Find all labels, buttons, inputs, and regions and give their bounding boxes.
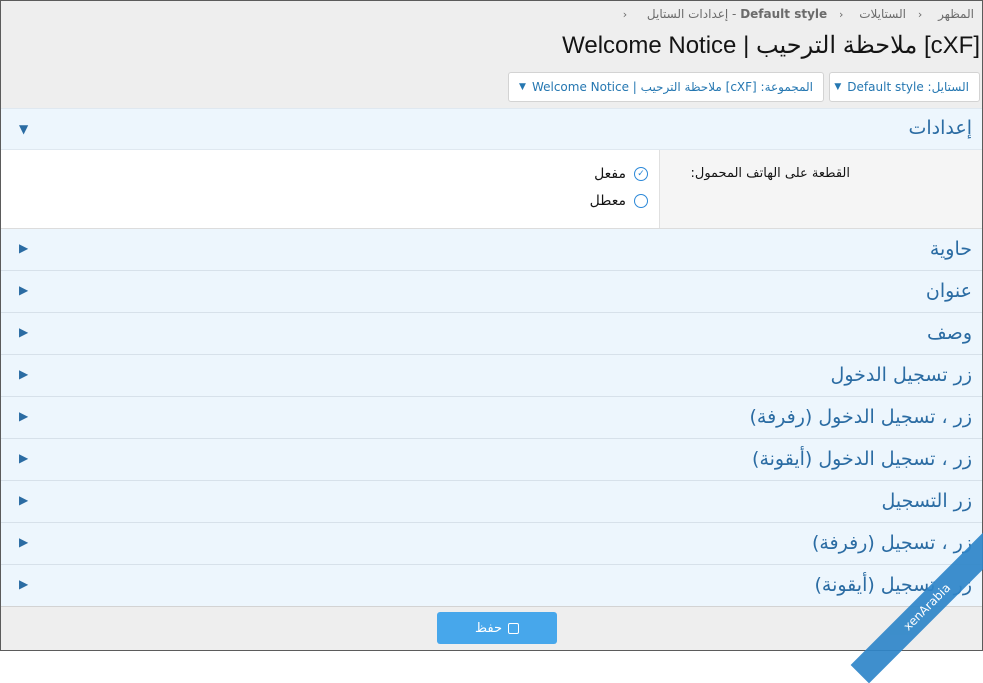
check-circle-icon: ✓ — [634, 167, 648, 181]
page-header: المظهر ‹ الستايلات ‹ Default style - إعد… — [1, 1, 982, 108]
chevron-left-icon: ‹ — [917, 8, 923, 21]
section-register-button-icon[interactable]: زر ، تسجيل (أيقونة) ▶ — [1, 565, 982, 607]
form-label: القطعة على الهاتف المحمول: — [690, 166, 851, 181]
triangle-right-icon: ▶ — [19, 451, 29, 465]
group-select-button[interactable]: المجموعة: [cXF] ملاحظة الترحيب | Welcome… — [508, 72, 824, 102]
section-title: زر تسجيل الدخول — [830, 364, 972, 386]
section-title: زر ، تسجيل الدخول (رفرفة) — [749, 406, 972, 428]
section-login-button-icon[interactable]: زر ، تسجيل الدخول (أيقونة) ▶ — [1, 439, 982, 481]
section-description[interactable]: وصف ▶ — [1, 313, 982, 355]
triangle-right-icon: ▶ — [19, 367, 29, 381]
caret-down-icon: ▼ — [834, 82, 842, 92]
page-title: [cXF] ملاحظة الترحيب | Welcome Notice — [562, 32, 980, 59]
triangle-down-icon: ▼ — [19, 122, 29, 136]
section-title: إعدادات — [908, 117, 973, 139]
triangle-right-icon: ▶ — [19, 241, 29, 255]
style-select-button[interactable]: الستايل: Default style ▼ — [829, 72, 980, 102]
section-settings-header[interactable]: إعدادات ▼ — [1, 108, 982, 150]
chevron-left-icon: ‹ — [838, 8, 844, 21]
section-container[interactable]: حاوية ▶ — [1, 229, 982, 271]
breadcrumb-style-name: Default style — [740, 7, 828, 21]
triangle-right-icon: ▶ — [19, 283, 29, 297]
triangle-right-icon: ▶ — [19, 535, 29, 549]
triangle-right-icon: ▶ — [19, 577, 29, 591]
caret-down-icon: ▼ — [519, 82, 526, 92]
save-button[interactable]: حفظ — [437, 612, 557, 644]
style-select-label: الستايل: Default style — [847, 80, 969, 94]
section-title: زر ، تسجيل الدخول (أيقونة) — [752, 448, 972, 470]
triangle-right-icon: ▶ — [19, 409, 29, 423]
section-login-button[interactable]: زر تسجيل الدخول ▶ — [1, 355, 982, 397]
section-title: وصف — [927, 322, 972, 344]
section-title: عنوان — [925, 280, 972, 302]
section-register-button[interactable]: زر التسجيل ▶ — [1, 481, 982, 523]
save-label: حفظ — [475, 620, 502, 636]
section-title: حاوية — [929, 238, 972, 260]
triangle-right-icon: ▶ — [19, 493, 29, 507]
breadcrumb-item-style-settings[interactable]: Default style - إعدادات الستايل — [643, 7, 827, 21]
section-title: زر التسجيل — [881, 490, 972, 512]
radio-label: معطل — [589, 193, 626, 209]
floppy-disk-icon — [507, 622, 519, 634]
form-label-cell: القطعة على الهاتف المحمول: — [659, 150, 982, 228]
radio-label: مفعل — [594, 166, 626, 182]
form-row-mobile-widget: القطعة على الهاتف المحمول: ✓ مفعل معطل — [1, 150, 982, 229]
group-select-label: المجموعة: [cXF] ملاحظة الترحيب | Welcome… — [531, 80, 813, 94]
form-footer: حفظ — [1, 606, 982, 650]
section-title-block[interactable]: عنوان ▶ — [1, 271, 982, 313]
breadcrumb-item-styles[interactable]: الستايلات — [859, 7, 906, 21]
breadcrumb-item-appearance[interactable]: المظهر — [938, 7, 974, 21]
section-register-button-hover[interactable]: زر ، تسجيل (رفرفة) ▶ — [1, 523, 982, 565]
section-login-button-hover[interactable]: زر ، تسجيل الدخول (رفرفة) ▶ — [1, 397, 982, 439]
circle-icon — [634, 194, 648, 208]
breadcrumb-settings-label: - إعدادات الستايل — [646, 7, 741, 21]
triangle-right-icon: ▶ — [19, 325, 29, 339]
section-title: زر ، تسجيل (رفرفة) — [811, 532, 972, 554]
radio-disabled[interactable]: معطل — [590, 193, 648, 209]
breadcrumb: المظهر ‹ الستايلات ‹ Default style - إعد… — [615, 7, 974, 21]
chevron-left-icon: ‹ — [622, 8, 628, 21]
radio-enabled[interactable]: ✓ مفعل — [594, 166, 648, 182]
